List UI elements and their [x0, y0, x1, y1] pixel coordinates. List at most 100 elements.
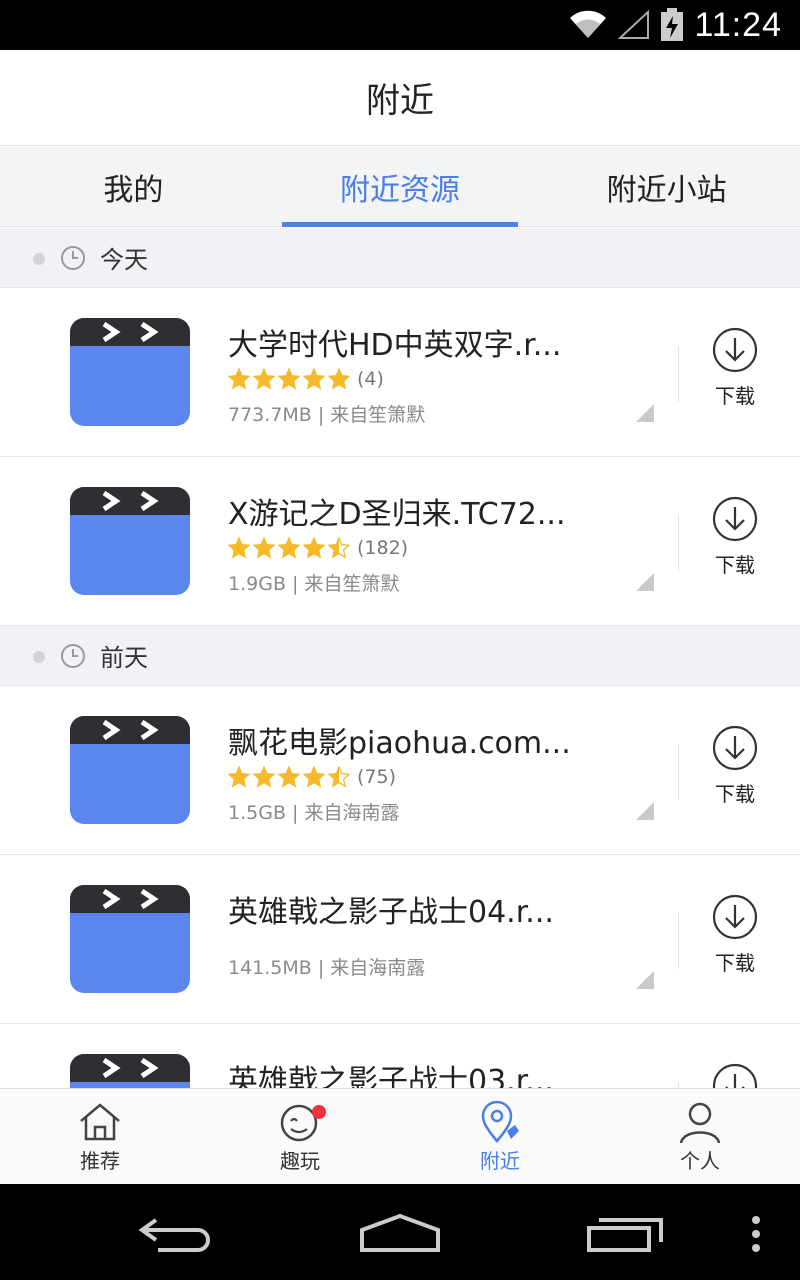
star-icon — [228, 368, 250, 390]
cell-signal-icon — [618, 10, 650, 39]
star-icon — [303, 537, 325, 559]
download-button[interactable]: 下载 — [705, 495, 765, 578]
corner-triangle-icon — [636, 573, 654, 591]
download-label: 下载 — [715, 782, 755, 806]
divider — [678, 346, 679, 402]
star-rating: (4) — [228, 368, 384, 390]
group-label: 今天 — [100, 246, 148, 274]
nav-label: 个人 — [680, 1149, 720, 1173]
group-header-day-before: 前天 — [0, 626, 800, 686]
location-pin-icon — [481, 1101, 519, 1143]
home-icon — [80, 1103, 120, 1141]
person-icon — [679, 1102, 721, 1143]
list-item[interactable]: 大学时代HD中英双字.r... (4) 773.7MB | 来自笙箫默 下载 — [0, 288, 800, 457]
list-item[interactable]: X游记之D圣归来.TC72... (182) 1.9GB | 来自笙箫默 下载 — [0, 457, 800, 626]
group-header-today: 今天 — [0, 228, 800, 288]
home-nav-icon[interactable] — [358, 1212, 442, 1254]
tab-mine[interactable]: 我的 — [0, 147, 267, 226]
timeline-dot — [33, 253, 45, 265]
star-rating: (75) — [228, 766, 396, 788]
menu-dots-icon[interactable] — [748, 1214, 764, 1254]
download-icon — [712, 894, 758, 940]
nav-label: 附近 — [480, 1149, 520, 1173]
item-meta: 773.7MB | 来自笙箫默 — [228, 404, 426, 426]
recent-apps-icon[interactable] — [585, 1214, 665, 1254]
download-icon — [712, 1063, 758, 1088]
nav-label: 趣玩 — [280, 1149, 320, 1173]
status-bar: 11:24 — [0, 0, 800, 50]
nav-label: 推荐 — [80, 1149, 120, 1173]
item-meta: 1.9GB | 来自笙箫默 — [228, 573, 400, 595]
group-label: 前天 — [100, 644, 148, 672]
rating-count: (75) — [357, 766, 397, 788]
system-nav-bar — [0, 1184, 800, 1280]
star-icon — [328, 766, 350, 788]
title-bar: 附近 — [0, 50, 800, 146]
item-name: X游记之D圣归来.TC72... — [228, 497, 566, 532]
download-label: 下载 — [715, 553, 755, 577]
download-button[interactable]: 下载 — [705, 326, 765, 409]
clock-icon — [61, 246, 85, 270]
tab-nearby-resources[interactable]: 附近资源 — [267, 147, 534, 227]
download-icon — [712, 327, 758, 373]
video-file-icon — [70, 1054, 190, 1088]
divider — [678, 515, 679, 571]
star-icon — [253, 766, 275, 788]
nav-item-fun[interactable]: 趣玩 — [200, 1089, 400, 1184]
download-label: 下载 — [715, 951, 755, 975]
page-title: 附近 — [366, 81, 434, 121]
rating-count: (182) — [357, 537, 409, 559]
star-icon — [278, 537, 300, 559]
star-icon — [303, 368, 325, 390]
download-button[interactable]: 下载 — [705, 724, 765, 807]
nav-item-nearby[interactable]: 附近 — [400, 1089, 600, 1184]
clock-icon — [61, 644, 85, 668]
item-name: 英雄戟之影子战士03.r... — [228, 1064, 554, 1088]
list-item[interactable]: 英雄戟之影子战士03.r... 下载 — [0, 1024, 800, 1088]
star-icon — [253, 368, 275, 390]
item-name: 大学时代HD中英双字.r... — [228, 328, 562, 363]
star-icon — [278, 766, 300, 788]
video-file-icon — [70, 487, 190, 595]
star-icon — [328, 537, 350, 559]
video-file-icon — [70, 716, 190, 824]
download-label: 下载 — [715, 384, 755, 408]
download-icon — [712, 725, 758, 771]
corner-triangle-icon — [636, 971, 654, 989]
star-icon — [228, 537, 250, 559]
rating-count: (4) — [357, 368, 384, 390]
video-file-icon — [70, 318, 190, 426]
wifi-icon — [570, 10, 607, 39]
back-icon[interactable] — [138, 1214, 218, 1254]
item-meta: 141.5MB | 来自海南露 — [228, 957, 426, 979]
tab-bar: 我的 附近资源 附近小站 — [0, 147, 800, 227]
star-icon — [253, 537, 275, 559]
star-icon — [303, 766, 325, 788]
video-file-icon — [70, 885, 190, 993]
download-button[interactable]: 下载 — [705, 893, 765, 976]
resource-list[interactable]: 今天 大学时代HD中英双字.r... (4) 773.7MB | 来自笙箫默 下… — [0, 228, 800, 1088]
item-name: 飘花电影piaohua.com... — [228, 726, 571, 761]
notification-badge — [312, 1105, 326, 1119]
item-meta: 1.5GB | 来自海南露 — [228, 802, 400, 824]
star-icon — [278, 368, 300, 390]
bottom-nav: 推荐 趣玩 附近 个人 — [0, 1088, 800, 1184]
star-rating: (182) — [228, 537, 408, 559]
divider — [678, 913, 679, 969]
item-name: 英雄戟之影子战士04.r... — [228, 895, 554, 930]
corner-triangle-icon — [636, 802, 654, 820]
nav-item-recommend[interactable]: 推荐 — [0, 1089, 200, 1184]
battery-icon — [661, 8, 684, 41]
divider — [678, 744, 679, 800]
list-item[interactable]: 英雄戟之影子战士04.r... 141.5MB | 来自海南露 下载 — [0, 855, 800, 1024]
tab-nearby-stations[interactable]: 附近小站 — [533, 147, 800, 226]
corner-triangle-icon — [636, 404, 654, 422]
download-icon — [712, 496, 758, 542]
nav-item-profile[interactable]: 个人 — [600, 1089, 800, 1184]
star-icon — [328, 368, 350, 390]
download-button[interactable]: 下载 — [705, 1062, 765, 1088]
status-time: 11:24 — [694, 5, 782, 44]
list-item[interactable]: 飘花电影piaohua.com... (75) 1.5GB | 来自海南露 下载 — [0, 686, 800, 855]
timeline-dot — [33, 651, 45, 663]
star-icon — [228, 766, 250, 788]
